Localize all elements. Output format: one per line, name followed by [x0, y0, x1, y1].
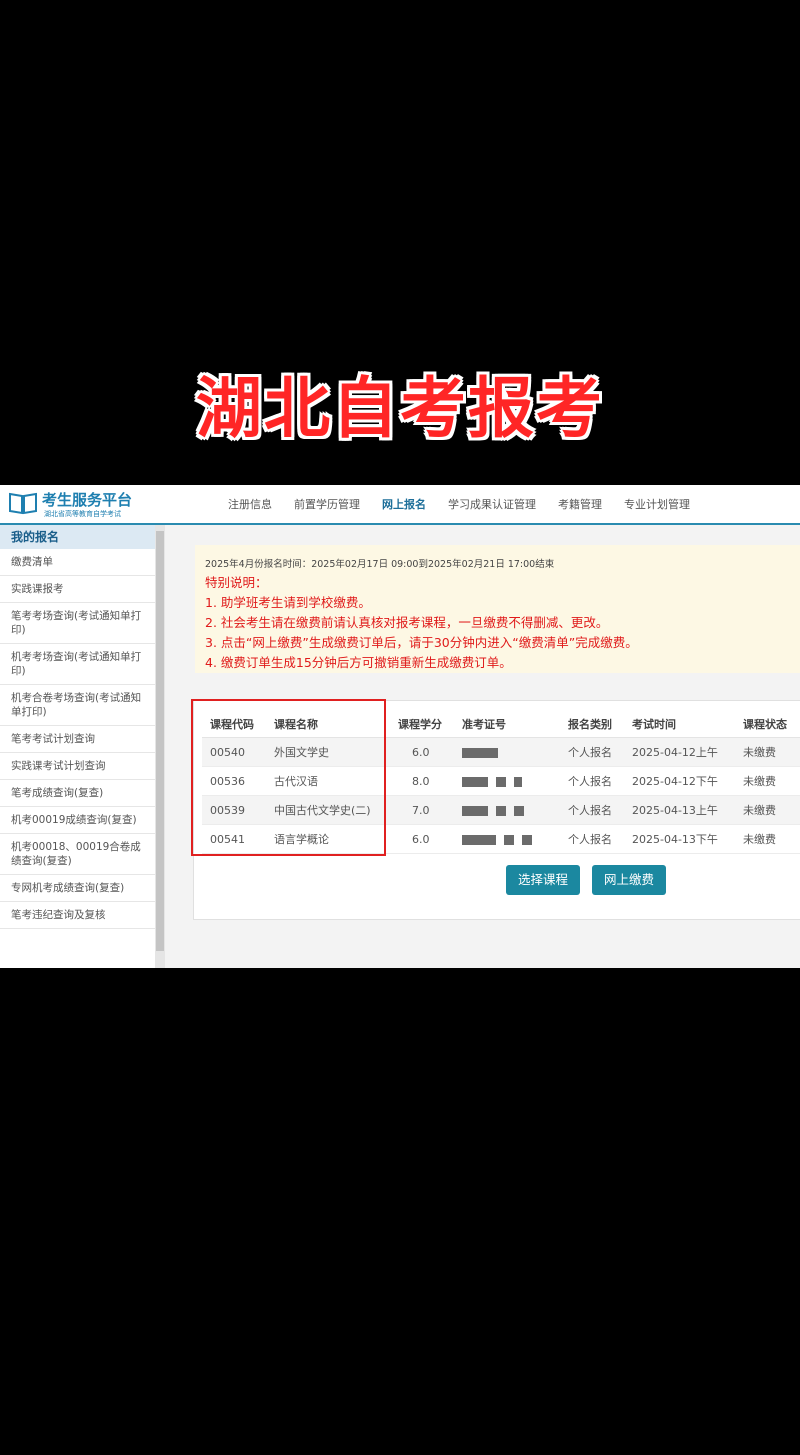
cell-admission-no-redacted [454, 737, 560, 767]
redaction-block [496, 805, 506, 816]
notice-line-1: 1. 助学班考生请到学校缴费。 [205, 595, 371, 610]
cell-status: 未缴费 [735, 766, 800, 796]
cell-status: 未缴费 [735, 737, 800, 767]
nav-register-info[interactable]: 注册信息 [228, 496, 272, 512]
notice-line-4: 4. 缴费订单生成15分钟后方可撤销重新生成缴费订单。 [205, 655, 512, 670]
sidebar-item-combined-scores[interactable]: 机考00018、00019合卷成绩查询(复查) [0, 834, 155, 875]
sidebar: 我的报名 缴费清单 实践课报考 笔考考场查询(考试通知单打印) 机考考场查询(考… [0, 525, 155, 968]
col-exam-time: 考试时间 [624, 711, 735, 738]
sidebar-item-written-scores[interactable]: 笔考成绩查询(复查) [0, 780, 155, 807]
registration-period: 2025年4月份报名时间：2025年02月17日 09:00到2025年02月2… [205, 559, 555, 570]
sidebar-item-practical-exam-plan[interactable]: 实践课考试计划查询 [0, 753, 155, 780]
cell-credit: 6.0 [390, 737, 454, 767]
cell-category: 个人报名 [560, 795, 624, 825]
nav-online-registration[interactable]: 网上报名 [382, 496, 426, 512]
redaction-block [514, 776, 522, 787]
logo-subtitle: 湖北省高等教育自学考试 [44, 510, 121, 518]
video-overlay-title: 湖北自考报考 [0, 355, 800, 455]
notice-line-2: 2. 社会考生请在缴费前请认真核对报考课程，一旦缴费不得删减、更改。 [205, 615, 609, 630]
scrollbar-thumb[interactable] [156, 531, 164, 951]
cell-status: 未缴费 [735, 824, 800, 854]
nav-student-status[interactable]: 考籍管理 [558, 496, 602, 512]
highlight-box [191, 699, 386, 856]
sidebar-item-network-exam-scores[interactable]: 专网机考成绩查询(复查) [0, 875, 155, 902]
nav-learning-certification[interactable]: 学习成果认证管理 [448, 496, 536, 512]
sidebar-item-payment-list[interactable]: 缴费清单 [0, 549, 155, 576]
cell-credit: 6.0 [390, 824, 454, 854]
cell-status: 未缴费 [735, 795, 800, 825]
notice-heading: 特别说明： [205, 575, 268, 590]
cell-category: 个人报名 [560, 766, 624, 796]
redaction-block [462, 834, 496, 845]
cell-category: 个人报名 [560, 737, 624, 767]
nav-prior-education[interactable]: 前置学历管理 [294, 496, 360, 512]
redaction-block [514, 805, 524, 816]
select-course-button[interactable]: 选择课程 [506, 865, 580, 895]
sidebar-scrollbar[interactable] [155, 525, 165, 968]
sidebar-item-practical-registration[interactable]: 实践课报考 [0, 576, 155, 603]
redaction-block [462, 805, 488, 816]
cell-admission-no-redacted [454, 766, 560, 796]
redaction-block [496, 776, 506, 787]
online-pay-button[interactable]: 网上缴费 [592, 865, 666, 895]
sidebar-item-combined-exam-room[interactable]: 机考合卷考场查询(考试通知单打印) [0, 685, 155, 726]
col-admission-no: 准考证号 [454, 711, 560, 738]
cell-credit: 7.0 [390, 795, 454, 825]
browser-screenshot: 考生服务平台 湖北省高等教育自学考试 注册信息 前置学历管理 网上报名 学习成果… [0, 485, 800, 968]
cell-category: 个人报名 [560, 824, 624, 854]
sidebar-item-written-exam-room[interactable]: 笔考考场查询(考试通知单打印) [0, 603, 155, 644]
notice-box: 2025年4月份报名时间：2025年02月17日 09:00到2025年02月2… [195, 545, 800, 673]
col-category: 报名类别 [560, 711, 624, 738]
sidebar-item-00019-scores[interactable]: 机考00019成绩查询(复查) [0, 807, 155, 834]
cell-admission-no-redacted [454, 795, 560, 825]
cell-time: 2025-04-12下午 [624, 766, 735, 796]
redaction-block [504, 834, 514, 845]
redaction-block [522, 834, 532, 845]
notice-line-3: 3. 点击“网上缴费”生成缴费订单后，请于30分钟内进入“缴费清单”完成缴费。 [205, 635, 638, 650]
col-credit: 课程学分 [390, 711, 454, 738]
book-logo-icon [9, 492, 37, 515]
cell-time: 2025-04-12上午 [624, 737, 735, 767]
redaction-block [462, 747, 498, 758]
sidebar-item-written-exam-plan[interactable]: 笔考考试计划查询 [0, 726, 155, 753]
nav-major-plan[interactable]: 专业计划管理 [624, 496, 690, 512]
cell-credit: 8.0 [390, 766, 454, 796]
cell-admission-no-redacted [454, 824, 560, 854]
sidebar-title: 我的报名 [0, 525, 155, 549]
cell-time: 2025-04-13下午 [624, 824, 735, 854]
redaction-block [462, 776, 488, 787]
sidebar-item-violation-review[interactable]: 笔考违纪查询及复核 [0, 902, 155, 929]
col-status: 课程状态 [735, 711, 800, 738]
logo-title: 考生服务平台 [42, 491, 133, 509]
top-header: 考生服务平台 湖北省高等教育自学考试 注册信息 前置学历管理 网上报名 学习成果… [0, 485, 800, 525]
overlay-title-text: 湖北自考报考 [196, 370, 604, 447]
cell-time: 2025-04-13上午 [624, 795, 735, 825]
sidebar-item-computer-exam-room[interactable]: 机考考场查询(考试通知单打印) [0, 644, 155, 685]
main-nav: 注册信息 前置学历管理 网上报名 学习成果认证管理 考籍管理 专业计划管理 [228, 496, 690, 512]
site-logo[interactable]: 考生服务平台 湖北省高等教育自学考试 [8, 489, 168, 519]
